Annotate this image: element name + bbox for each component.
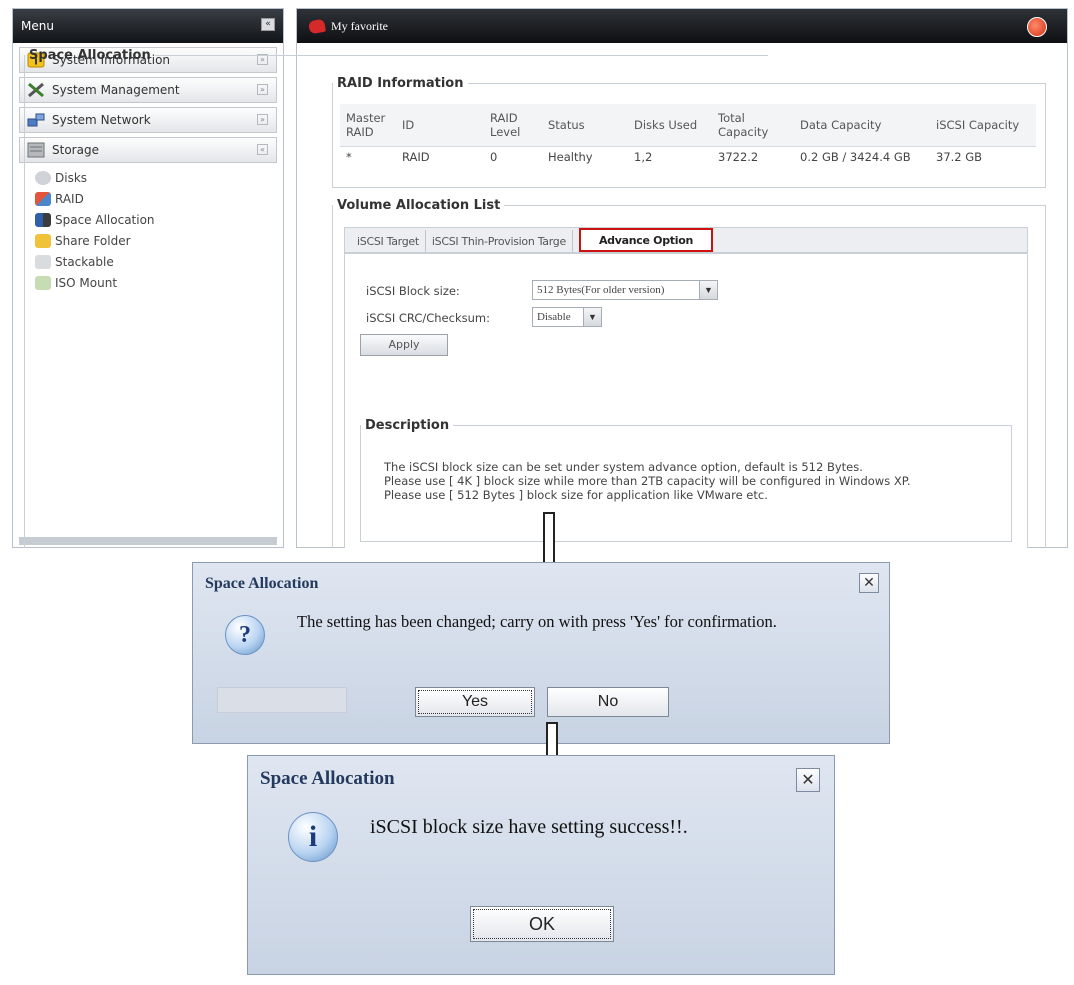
- crc-label: iSCSI CRC/Checksum:: [366, 311, 490, 325]
- table-cell: RAID: [402, 149, 430, 164]
- column-header: ID: [396, 104, 484, 147]
- block-size-select[interactable]: 512 Bytes(For older version) ▼: [532, 280, 718, 300]
- crc-value: Disable: [537, 311, 571, 323]
- my-favorite-link[interactable]: My favorite: [331, 19, 388, 34]
- menu-header: Menu «: [13, 9, 283, 43]
- table-cell: 37.2 GB: [936, 149, 983, 164]
- table-cell: 0.2 GB / 3424.4 GB: [800, 149, 911, 164]
- table-cell: *: [346, 149, 352, 164]
- ok-button[interactable]: OK: [470, 906, 614, 942]
- column-header: Disks Used: [628, 104, 712, 147]
- no-button[interactable]: No: [547, 687, 669, 717]
- block-size-value: 512 Bytes(For older version): [537, 284, 665, 296]
- menu-title: Menu: [21, 19, 54, 33]
- dialog-title: Space Allocation: [205, 575, 319, 592]
- tab-iscsi-target[interactable]: iSCSI Target: [351, 230, 426, 252]
- column-header: Total Capacity: [712, 104, 794, 147]
- volume-tabs: iSCSI Target iSCSI Thin-Provision Targe …: [344, 227, 1028, 253]
- table-cell: 0: [490, 149, 498, 164]
- section-title: Description: [365, 418, 450, 433]
- logout-icon[interactable]: [1027, 17, 1047, 37]
- section-title: Volume Allocation List: [337, 198, 501, 213]
- success-dialog: Space Allocation ✕ i iSCSI block size ha…: [247, 755, 835, 975]
- info-glyph: i: [308, 820, 318, 853]
- description-line: Please use [ 512 Bytes ] block size for …: [384, 488, 768, 502]
- close-icon[interactable]: ✕: [859, 573, 879, 593]
- main-header: My favorite: [297, 9, 1067, 43]
- tab-advance-option[interactable]: Advance Option: [578, 228, 714, 252]
- crc-select[interactable]: Disable ▼: [532, 307, 602, 327]
- raid-table: Master RAID ID RAID Level Status Disks U…: [340, 104, 1036, 167]
- confirm-dialog: Space Allocation ✕ ? The setting has bee…: [192, 562, 890, 744]
- table-cell: 3722.2: [718, 149, 759, 164]
- chevron-down-icon: ▼: [699, 281, 717, 299]
- question-glyph: ?: [239, 621, 251, 648]
- dialog-title: Space Allocation: [260, 768, 395, 789]
- description-line: Please use [ 4K ] block size while more …: [384, 474, 911, 488]
- table-cell: 1,2: [634, 149, 653, 164]
- table-header-row: Master RAID ID RAID Level Status Disks U…: [340, 104, 1036, 147]
- table-row[interactable]: * RAID 0 Healthy 1,2 3722.2 0.2 GB / 342…: [340, 146, 1036, 167]
- apply-button[interactable]: Apply: [360, 334, 448, 356]
- collapse-menu-icon[interactable]: «: [261, 18, 275, 31]
- dialog-message: iSCSI block size have setting success!!.: [370, 816, 688, 838]
- table-cell: Healthy: [548, 149, 593, 164]
- block-size-label: iSCSI Block size:: [366, 284, 460, 298]
- question-icon: ?: [225, 615, 265, 655]
- section-title: Space Allocation: [29, 48, 151, 63]
- column-header: RAID Level: [484, 104, 542, 147]
- tab-iscsi-thin-provision-target[interactable]: iSCSI Thin-Provision Targe: [426, 230, 573, 252]
- column-header: Master RAID: [340, 104, 396, 147]
- section-title: RAID Information: [337, 76, 464, 91]
- column-header: Status: [542, 104, 628, 147]
- heart-icon[interactable]: [307, 18, 327, 34]
- yes-button[interactable]: Yes: [415, 687, 535, 717]
- column-header: Data Capacity: [794, 104, 930, 147]
- description-line: The iSCSI block size can be set under sy…: [384, 460, 863, 474]
- information-icon: i: [288, 812, 338, 862]
- column-header: iSCSI Capacity: [930, 104, 1036, 147]
- close-icon[interactable]: ✕: [796, 768, 820, 792]
- dialog-message: The setting has been changed; carry on w…: [297, 612, 777, 631]
- description-text: The iSCSI block size can be set under sy…: [384, 460, 911, 502]
- chevron-down-icon: ▼: [583, 308, 601, 326]
- background-button-ghost: [217, 687, 347, 713]
